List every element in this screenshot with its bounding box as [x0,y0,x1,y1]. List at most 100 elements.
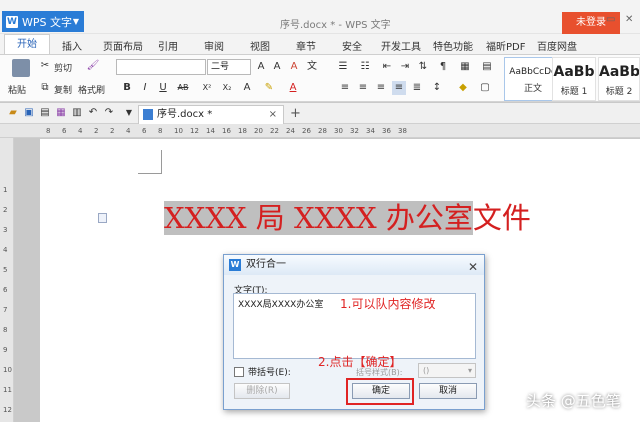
format-painter-button[interactable]: 格式刷 [78,83,105,96]
tab-developer[interactable]: 开发工具 [381,38,421,53]
tab-baidu-netdisk[interactable]: 百度网盘 [537,38,577,53]
underline-icon[interactable]: U [156,81,170,95]
export-icon[interactable]: ▥ [70,106,84,120]
heading-suffix[interactable]: 文件 [473,201,531,235]
delete-button[interactable]: 删除(R) [234,383,290,399]
ruler-tick-label: 10 [174,127,183,135]
tab-chapter[interactable]: 章节 [296,38,316,53]
ruler-tick-label: 5 [3,266,8,274]
folder-icon[interactable]: ▰ [6,106,20,120]
table-icon[interactable]: ▦ [458,60,472,74]
font-color-icon[interactable]: A [286,81,300,95]
tab-home[interactable]: 开始 [4,34,50,54]
ruler-tick-label: 18 [238,127,247,135]
tab-review[interactable]: 审阅 [204,38,224,53]
superscript-icon[interactable]: X² [200,81,214,95]
shrink-font-icon[interactable]: A [270,60,284,74]
close-icon[interactable]: ✕ [468,257,478,277]
print-preview-icon[interactable]: ▤ [38,106,52,120]
paste-button[interactable]: 粘贴 [8,83,26,96]
shading-icon[interactable]: ◆ [456,81,470,95]
style-heading-1[interactable]: AaBb 标题 1 [552,57,596,101]
grow-font-icon[interactable]: A [254,60,268,74]
phonetic-icon[interactable]: 文 [305,60,319,74]
text-value: XXXX局XXXX办公室 [238,300,324,310]
bracket-checkbox[interactable] [234,367,244,377]
ruler-tick-label: 7 [3,306,8,314]
scissors-icon[interactable]: ✂ [38,59,52,73]
strikethrough-icon[interactable]: AB [176,81,190,95]
paragraph-layout-icon[interactable] [98,213,107,223]
cancel-button[interactable]: 取消 [419,383,477,399]
close-icon[interactable]: ✕ [625,14,633,25]
selected-heading-text[interactable]: XXXX 局 XXXX 办公室 [164,201,473,235]
bracket-style-select[interactable]: () [418,363,476,378]
margin-corner-mark [138,150,162,174]
undo-icon[interactable]: ↶ [86,106,100,120]
copy-icon[interactable]: ⧉ [38,81,52,95]
cut-button[interactable]: 剪切 [54,61,72,74]
style-heading-2[interactable]: AaBb 标题 2 [598,57,640,101]
justify-icon[interactable]: ≡ [392,81,406,95]
numbered-list-icon[interactable]: ☷ [358,60,372,74]
style-label: 标题 1 [560,87,588,97]
highlight-icon[interactable]: ✎ [262,81,276,95]
tab-view[interactable]: 视图 [250,38,270,53]
ruler-tick-label: 1 [3,186,8,194]
chevron-down-icon[interactable]: ▼ [122,106,136,120]
tab-foxit-pdf[interactable]: 福昕PDF [486,38,525,53]
bullet-list-icon[interactable]: ☰ [336,60,350,74]
bold-icon[interactable]: B [120,81,134,95]
vertical-ruler[interactable]: 1 2 3 4 5 6 7 8 9 10 11 12 [0,138,14,422]
annotation-step-2: 2.点击【确定】 [318,355,402,369]
paste-icon[interactable] [12,59,30,77]
app-name: WPS 文字 [22,15,72,29]
annotation-step-1: 1.可以队内容修改 [340,297,436,311]
copy-button[interactable]: 复制 [54,83,72,96]
italic-icon[interactable]: I [138,81,152,95]
tab-features[interactable]: 特色功能 [433,38,473,53]
app-menu-button[interactable]: W WPS 文字 ▼ [2,11,84,32]
tab-security[interactable]: 安全 [342,38,362,53]
print-icon[interactable]: ▦ [54,106,68,120]
show-marks-icon[interactable]: ¶ [436,60,450,74]
redo-icon[interactable]: ↷ [102,106,116,120]
style-label: 标题 2 [605,87,633,97]
text-input[interactable]: XXXX局XXXX办公室 1.可以队内容修改 [233,293,476,359]
ruler-tick-label: 6 [3,286,8,294]
ruler-tick-label: 32 [350,127,359,135]
horizontal-ruler[interactable]: 8 6 4 2 2 4 6 8 10 12 14 16 18 20 22 24 26 28 30 32 34 36 38 [0,124,640,138]
distribute-icon[interactable]: ≣ [410,81,424,95]
outdent-icon[interactable]: ⇤ [380,60,394,74]
ruler-tick-label: 28 [318,127,327,135]
watermark: 头条 @五色笔 [526,392,621,410]
format-painter-icon[interactable]: 🖌 [86,59,100,73]
tab-references[interactable]: 引用 [158,38,178,53]
border-icon[interactable]: ▢ [478,81,492,95]
ruler-tick-label: 12 [190,127,199,135]
line-spacing-icon[interactable]: ↕ [430,81,444,95]
text-effect-icon[interactable]: A [240,81,254,95]
align-right-icon[interactable]: ≡ [374,81,388,95]
maximize-icon[interactable]: ▭ [606,14,615,25]
clear-format-icon[interactable]: A [287,60,301,74]
tab-page-layout[interactable]: 页面布局 [103,38,143,53]
grid-icon[interactable]: ▤ [480,60,494,74]
font-name-select[interactable] [116,59,206,75]
align-center-icon[interactable]: ≡ [356,81,370,95]
indent-icon[interactable]: ⇥ [398,60,412,74]
ruler-tick-label: 14 [206,127,215,135]
close-tab-icon[interactable]: × [269,106,277,123]
align-left-icon[interactable]: ≡ [338,81,352,95]
tab-insert[interactable]: 插入 [62,38,82,53]
font-size-select[interactable]: 二号 [207,59,251,75]
new-tab-icon[interactable]: + [290,106,301,121]
tab-document[interactable]: 序号.docx * × [138,105,284,124]
save-icon[interactable]: ▣ [22,106,36,120]
ok-button[interactable]: 确定 [352,383,410,399]
subscript-icon[interactable]: X₂ [220,81,234,95]
document-heading[interactable]: XXXX 局 XXXX 办公室文件 [164,197,531,239]
sort-icon[interactable]: ⇅ [416,60,430,74]
chevron-down-icon: ▼ [72,17,79,26]
bracket-label: 带括号(E): [248,368,291,378]
